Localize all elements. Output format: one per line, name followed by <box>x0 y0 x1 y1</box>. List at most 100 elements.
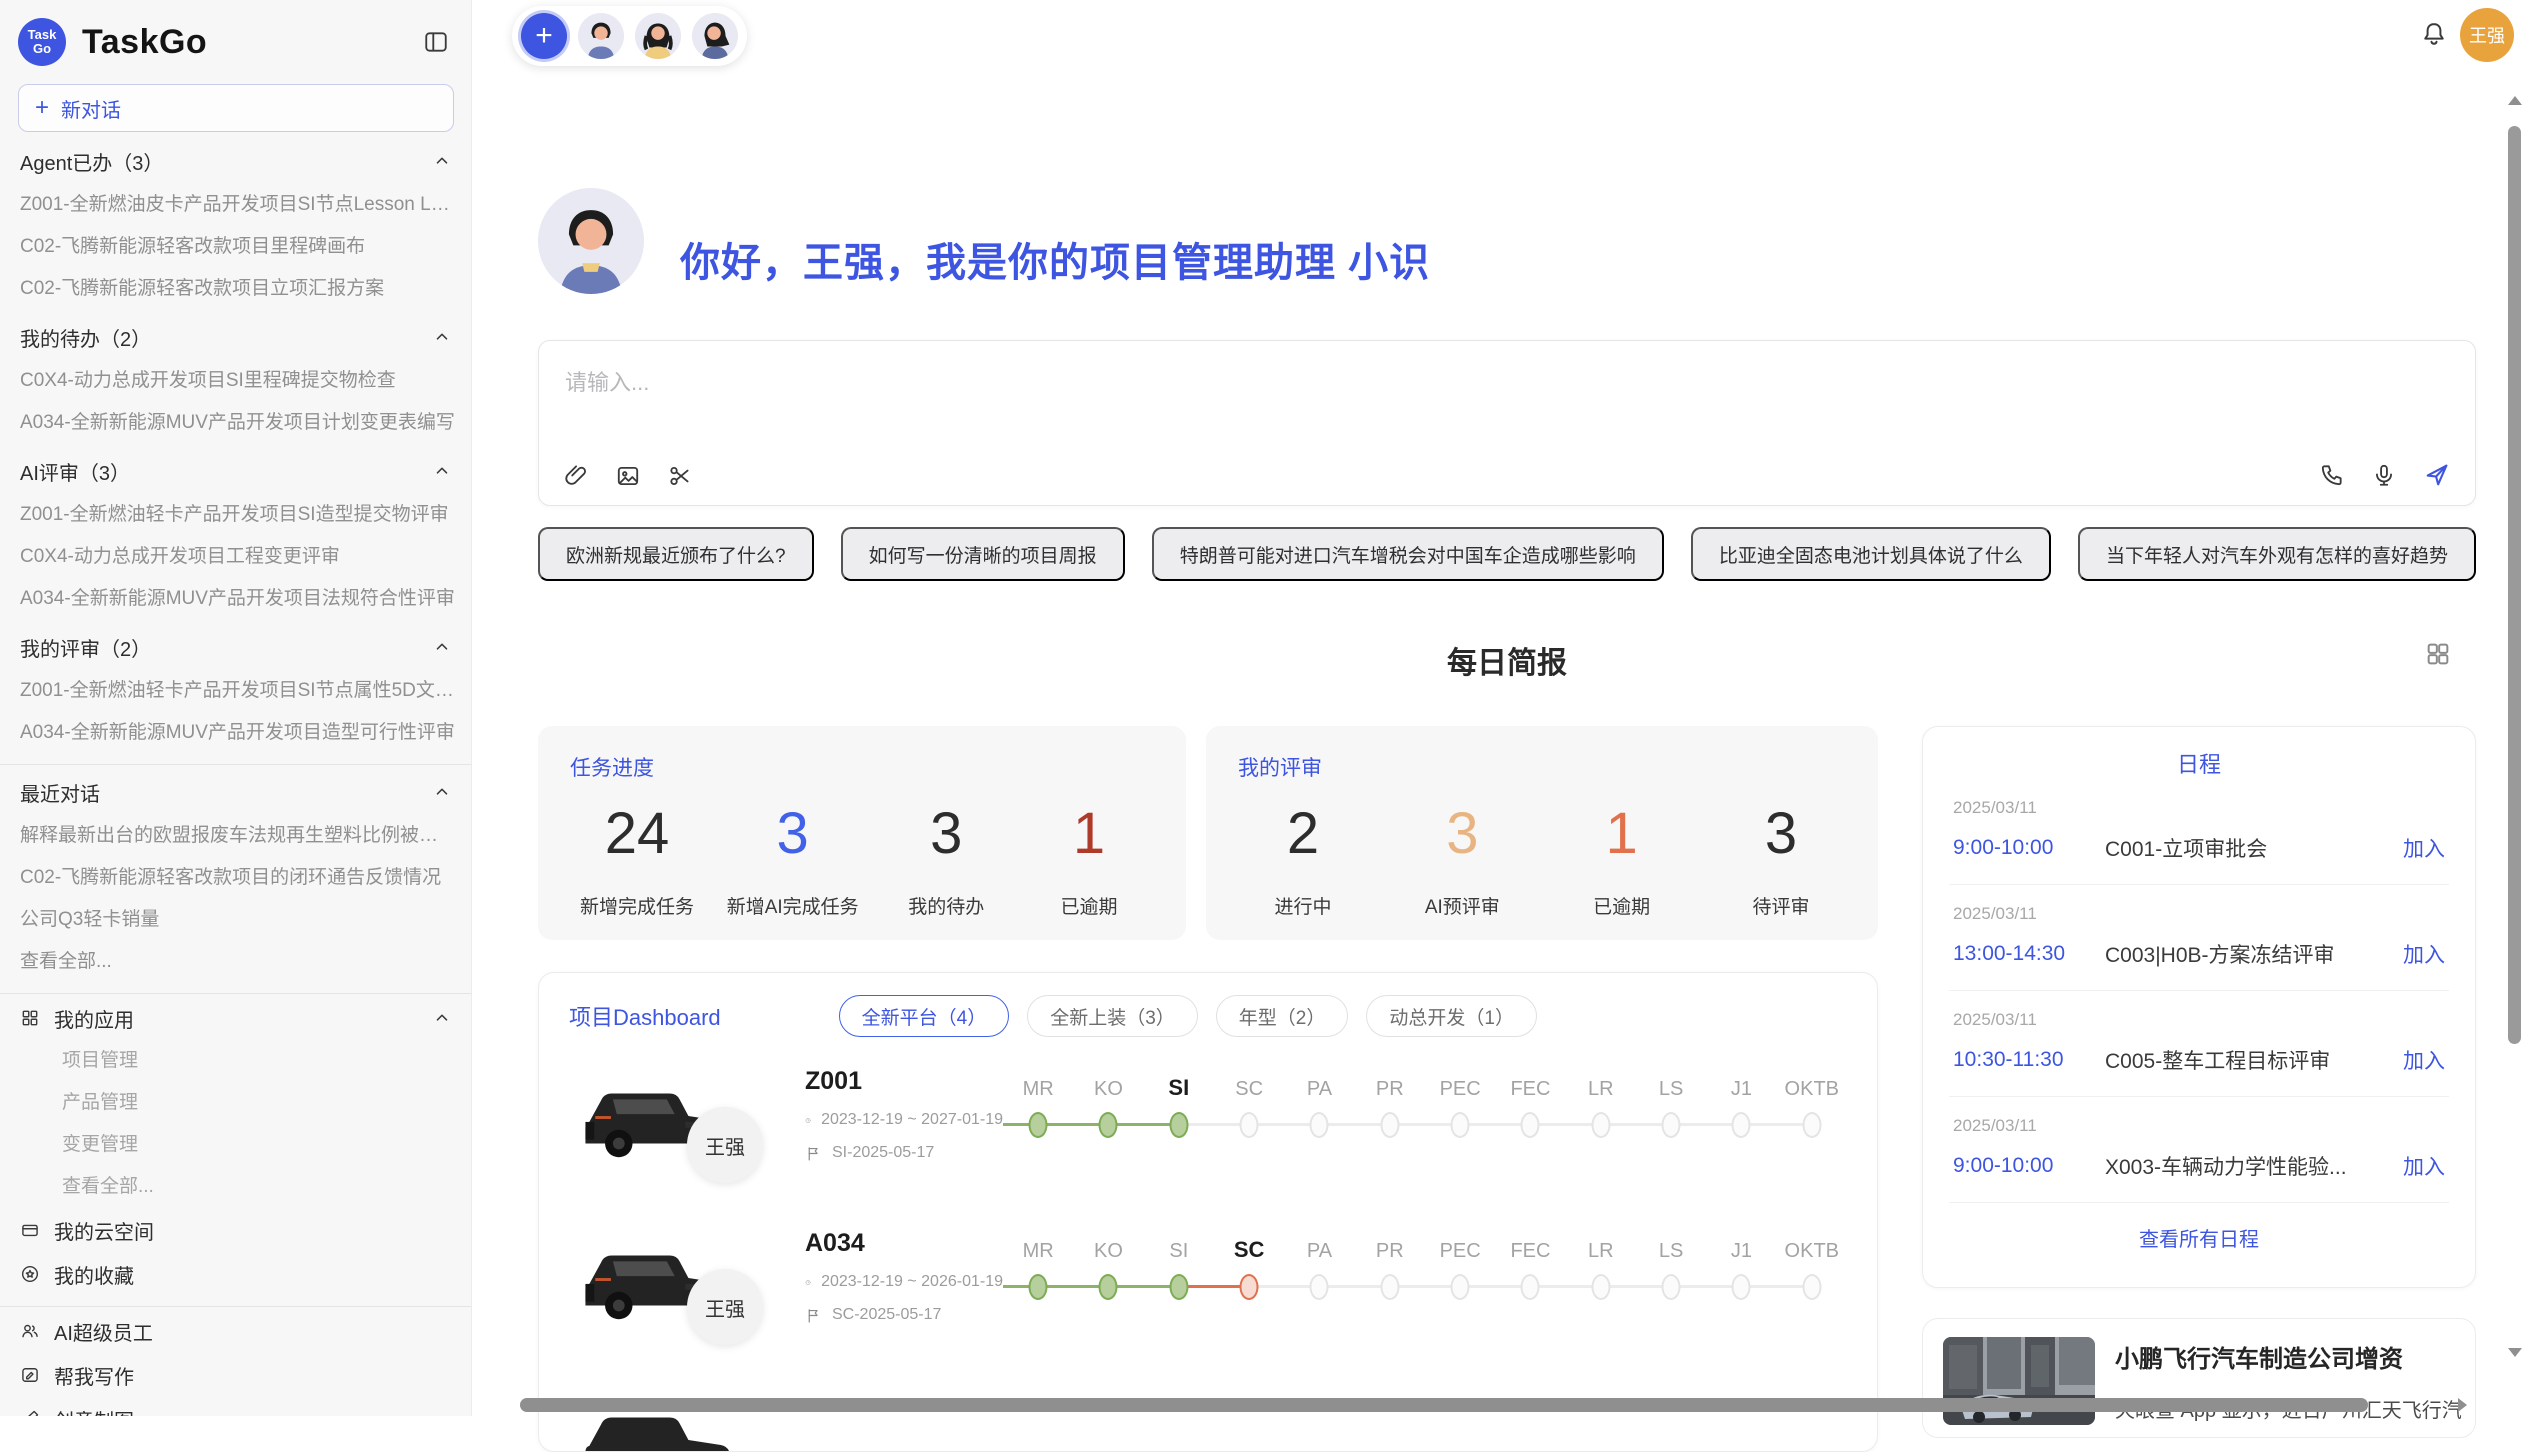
section-my-todo[interactable]: 我的待办（2） <box>0 314 471 360</box>
user-avatar[interactable]: 王强 <box>2460 8 2514 62</box>
project-info: A034 2023-12-19 ~ 2026-01-19 SC-2025-05-… <box>805 1225 1003 1369</box>
sidebar-task-item[interactable]: C0X4-动力总成开发项目工程变更评审 <box>0 536 471 578</box>
sidebar-item-favorites[interactable]: 我的收藏 <box>0 1252 471 1296</box>
filter-new-body[interactable]: 全新上装（3） <box>1027 995 1198 1037</box>
filter-powertrain[interactable]: 动总开发（1） <box>1366 995 1537 1037</box>
sidebar-task-item[interactable]: C0X4-动力总成开发项目SI里程碑提交物检查 <box>0 360 471 402</box>
join-meeting-link[interactable]: 加入 <box>2403 833 2445 863</box>
favorites-label: 我的收藏 <box>54 1260 134 1289</box>
recent-chats-view-all[interactable]: 查看全部... <box>0 941 471 983</box>
project-row[interactable]: 王强 A034 2023-12-19 ~ 2026-01-19 SC-2025-… <box>569 1225 1847 1369</box>
view-all-schedule-link[interactable]: 查看所有日程 <box>1923 1223 2475 1252</box>
recent-chat-item[interactable]: 公司Q3轻卡销量 <box>0 899 471 941</box>
section-recent-chats[interactable]: 最近对话 <box>0 769 471 815</box>
milestone-FEC: FEC <box>1495 1227 1565 1369</box>
chevron-up-icon[interactable] <box>433 462 451 480</box>
sidebar-task-item[interactable]: A034-全新新能源MUV产品开发项目计划变更表编写 <box>0 402 471 444</box>
sidebar-task-item[interactable]: A034-全新新能源MUV产品开发项目造型可行性评审 <box>0 712 471 754</box>
chevron-up-icon[interactable] <box>433 1009 451 1027</box>
suggestion-chip[interactable]: 欧洲新规最近颁布了什么? <box>538 527 814 581</box>
send-icon[interactable] <box>2423 461 2451 489</box>
notifications-bell-icon[interactable] <box>2420 20 2448 48</box>
milestone-PR: PR <box>1355 1227 1425 1369</box>
sidebar-task-item[interactable]: C02-飞腾新能源轻客改款项目里程碑画布 <box>0 226 471 268</box>
screenshot-scissors-icon[interactable] <box>667 463 693 489</box>
app-item-project-mgmt[interactable]: 项目管理 <box>0 1040 471 1082</box>
filter-year-model[interactable]: 年型（2） <box>1216 995 1349 1037</box>
app-item-product-mgmt[interactable]: 产品管理 <box>0 1082 471 1124</box>
image-upload-icon[interactable] <box>615 463 641 489</box>
agent-avatar-2[interactable] <box>635 13 681 59</box>
chevron-up-icon[interactable] <box>433 783 451 801</box>
microphone-icon[interactable] <box>2371 462 2397 488</box>
stat-row: 2进行中 3AI预评审 1已逾期 3待评审 <box>1238 802 1846 919</box>
sidebar-item-cloud-space[interactable]: 我的云空间 <box>0 1208 471 1252</box>
suggestion-chip[interactable]: 如何写一份清晰的项目周报 <box>841 527 1125 581</box>
user-name: 王强 <box>2469 22 2505 48</box>
sidebar-task-item[interactable]: Z001-全新燃油轻卡产品开发项目SI造型提交物评审 <box>0 494 471 536</box>
milestone-PA: PA <box>1284 1065 1354 1207</box>
suggestion-chip[interactable]: 当下年轻人对汽车外观有怎样的喜好趋势 <box>2078 527 2476 581</box>
milestone-track: MRKOSISCPAPRPECFECLRLSJ1OKTB <box>1003 1065 1847 1207</box>
horizontal-scrollbar[interactable] <box>520 1398 2368 1412</box>
join-meeting-link[interactable]: 加入 <box>2403 939 2445 969</box>
section-agent-done[interactable]: Agent已办（3） <box>0 138 471 184</box>
collapse-sidebar-icon[interactable] <box>423 29 449 55</box>
card-title: 我的评审 <box>1238 752 1846 782</box>
vertical-scrollbar[interactable] <box>2508 126 2521 1044</box>
daily-briefing-title: 每日简报 <box>538 638 2476 682</box>
join-meeting-link[interactable]: 加入 <box>2403 1151 2445 1181</box>
news-card[interactable]: 小鹏飞行汽车制造公司增资 天眼查 App 显示，近日广州汇天飞行汽 <box>1922 1318 2476 1438</box>
chat-input[interactable] <box>565 365 2449 435</box>
apps-view-all[interactable]: 查看全部... <box>0 1166 471 1208</box>
sidebar-item-ai-staff[interactable]: AI超级员工 <box>0 1309 471 1353</box>
chevron-up-icon[interactable] <box>433 328 451 346</box>
stat-overdue: 1已逾期 <box>1034 802 1144 919</box>
chevron-up-icon[interactable] <box>433 152 451 170</box>
new-chat-button[interactable]: + 新对话 <box>18 84 454 132</box>
milestone-LR: LR <box>1566 1227 1636 1369</box>
clock-icon <box>805 1112 811 1129</box>
agent-avatar-3[interactable] <box>692 13 738 59</box>
scroll-up-arrow[interactable] <box>2508 96 2522 105</box>
project-row[interactable]: 王强 Z001 2023-12-19 ~ 2027-01-19 SI-2025-… <box>569 1063 1847 1207</box>
new-chat-label: 新对话 <box>61 94 121 123</box>
agent-avatar-1[interactable] <box>578 13 624 59</box>
divider <box>0 1306 471 1307</box>
section-title: Agent已办（3） <box>20 147 163 176</box>
sidebar-task-item[interactable]: Z001-全新燃油轻卡产品开发项目SI节点属性5D文件评审 <box>0 670 471 712</box>
recent-chat-item[interactable]: C02-飞腾新能源轻客改款项目的闭环通告反馈情况 <box>0 857 471 899</box>
schedule-title: 日程 <box>1923 747 2475 779</box>
recent-chat-item[interactable]: 解释最新出台的欧盟报废车法规再生塑料比例被调至15%... <box>0 815 471 857</box>
add-agent-button[interactable]: + <box>521 13 567 59</box>
attachment-paperclip-icon[interactable] <box>563 463 589 489</box>
suggestion-chip[interactable]: 特朗普可能对进口汽车增税会对中国车企造成哪些影响 <box>1152 527 1664 581</box>
filter-new-platform[interactable]: 全新平台（4） <box>839 995 1010 1037</box>
voice-call-phone-icon[interactable] <box>2319 462 2345 488</box>
stat-pending-review: 3待评审 <box>1726 802 1836 919</box>
suggestion-chip[interactable]: 比亚迪全固态电池计划具体说了什么 <box>1691 527 2051 581</box>
section-my-review[interactable]: 我的评审（2） <box>0 624 471 670</box>
scroll-down-arrow[interactable] <box>2508 1348 2522 1357</box>
sidebar-item-help-write[interactable]: 帮我写作 <box>0 1353 471 1397</box>
sidebar-item-creative-draw[interactable]: 创意制图 <box>0 1397 471 1416</box>
section-ai-review[interactable]: AI评审（3） <box>0 448 471 494</box>
join-meeting-link[interactable]: 加入 <box>2403 1045 2445 1075</box>
schedule-date: 2025/03/11 <box>1953 798 2445 818</box>
sidebar-task-item[interactable]: Z001-全新燃油皮卡产品开发项目SI节点Lesson Learn报告 <box>0 184 471 226</box>
schedule-time: 10:30-11:30 <box>1953 1048 2105 1072</box>
project-row-partial <box>569 1387 1847 1452</box>
project-dashboard-card: 项目Dashboard 全新平台（4） 全新上装（3） 年型（2） 动总开发（1… <box>538 972 1878 1452</box>
schedule-item: 2025/03/11 9:00-10:00 C001-立项审批会 加入 <box>1949 779 2449 885</box>
sidebar-task-item[interactable]: C02-飞腾新能源轻客改款项目立项汇报方案 <box>0 268 471 310</box>
sidebar-task-item[interactable]: A034-全新新能源MUV产品开发项目法规符合性评审 <box>0 578 471 620</box>
sidebar-item-my-apps[interactable]: 我的应用 <box>0 996 471 1040</box>
scroll-right-arrow[interactable] <box>2458 1398 2467 1412</box>
schedule-date: 2025/03/11 <box>1953 1116 2445 1136</box>
chevron-up-icon[interactable] <box>433 638 451 656</box>
layout-grid-icon[interactable] <box>2424 640 2452 668</box>
app-item-change-mgmt[interactable]: 变更管理 <box>0 1124 471 1166</box>
project-code: Z001 <box>805 1067 1003 1096</box>
schedule-date: 2025/03/11 <box>1953 904 2445 924</box>
milestone-PEC: PEC <box>1425 1227 1495 1369</box>
